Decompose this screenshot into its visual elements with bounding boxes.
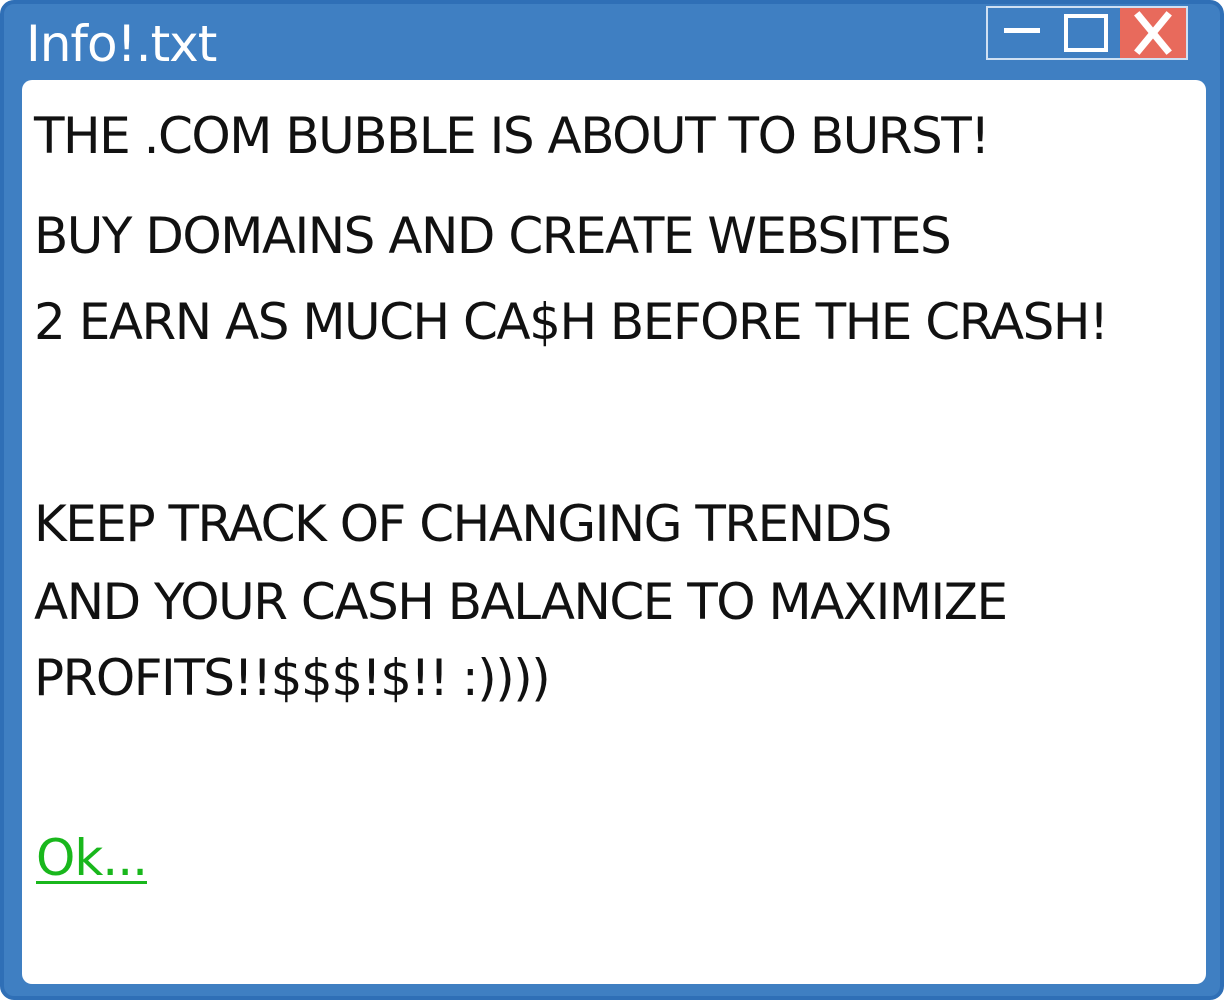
maximize-button[interactable]: [1054, 8, 1120, 58]
minimize-icon: [1004, 28, 1040, 33]
maximize-icon: [1064, 14, 1108, 52]
message-body: THE .COM BUBBLE IS ABOUT TO BURST! BUY D…: [22, 80, 1206, 984]
message-line: BUY DOMAINS AND CREATE WEBSITES: [34, 207, 952, 265]
info-window: Info!.txt THE .COM BUBBLE IS ABOUT TO BU…: [0, 0, 1224, 1000]
ok-link[interactable]: Ok...: [36, 828, 148, 888]
message-line: AND YOUR CASH BALANCE TO MAXIMIZE: [34, 573, 1008, 631]
title-bar[interactable]: Info!.txt: [4, 4, 1220, 80]
window-controls: [986, 6, 1188, 60]
message-line: THE .COM BUBBLE IS ABOUT TO BURST!: [34, 107, 990, 165]
minimize-button[interactable]: [988, 8, 1054, 58]
close-button[interactable]: [1120, 8, 1186, 58]
message-line: 2 EARN AS MUCH CA$H BEFORE THE CRASH!: [34, 293, 1109, 351]
message-line: KEEP TRACK OF CHANGING TRENDS: [34, 495, 892, 553]
window-title: Info!.txt: [26, 15, 217, 73]
message-line: PROFITS!!$$$!$!! :)))): [34, 649, 551, 707]
close-icon: [1134, 11, 1172, 55]
